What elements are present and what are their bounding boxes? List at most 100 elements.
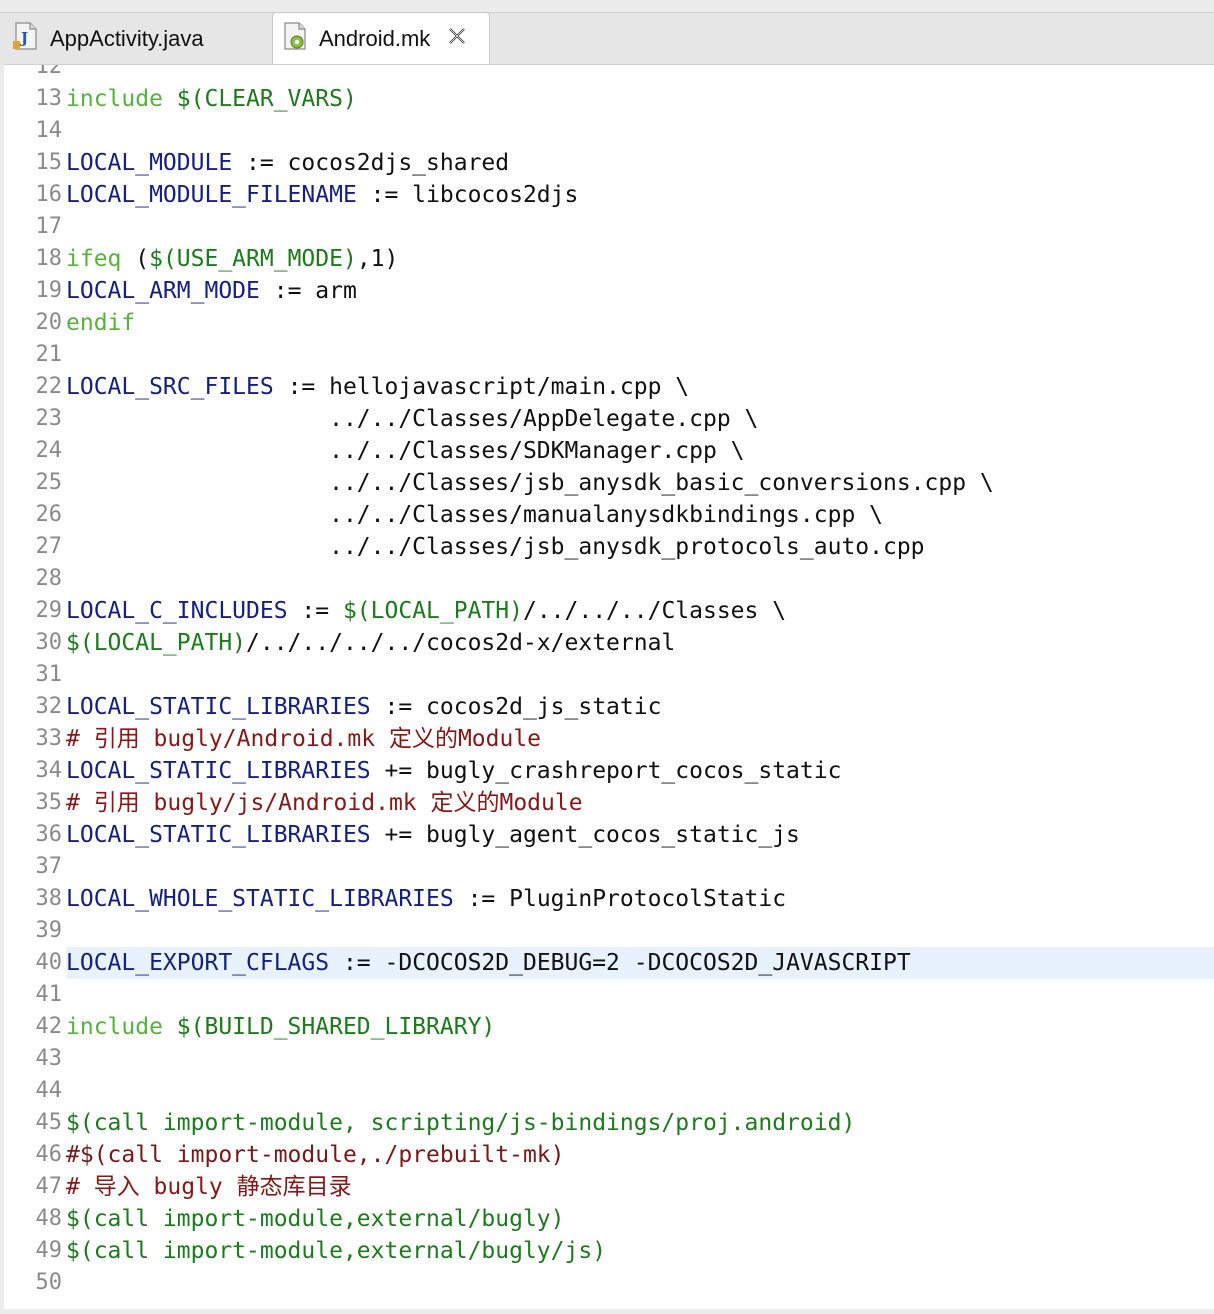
line-number: 21 <box>35 342 63 367</box>
code-line[interactable]: 50 <box>4 1267 1214 1299</box>
code-text: $(call import-module,external/bugly) <box>66 1203 1214 1235</box>
code-line[interactable]: 15 LOCAL_MODULE := cocos2djs_shared <box>4 147 1214 179</box>
code-editor[interactable]: 12 13 include $(CLEAR_VARS) 14 15 LOCAL_MODUL… <box>4 64 1214 1309</box>
ide-window: J AppActivity.java Android.mk 12 13 incl… <box>0 0 1214 1314</box>
code-line[interactable]: 44 <box>4 1075 1214 1107</box>
line-number: 39 <box>35 918 63 943</box>
line-number: 28 <box>35 566 63 591</box>
code-token: $(CLEAR_VARS) <box>176 86 357 112</box>
code-line[interactable]: 49 $(call import-module,external/bugly/js… <box>4 1235 1214 1267</box>
line-number: 50 <box>35 1270 63 1295</box>
code-line[interactable]: 37 <box>4 851 1214 883</box>
code-text: $(call import-module,external/bugly/js) <box>66 1235 1214 1267</box>
close-icon[interactable] <box>430 25 468 53</box>
code-line[interactable]: 36 LOCAL_STATIC_LIBRARIES += bugly_agent_… <box>4 819 1214 851</box>
code-token: LOCAL_STATIC_LIBRARIES <box>66 758 371 784</box>
code-line[interactable]: 12 <box>4 65 1214 83</box>
line-number: 30 <box>35 630 63 655</box>
line-number: 44 <box>35 1078 63 1103</box>
code-line[interactable]: 28 <box>4 563 1214 595</box>
code-line[interactable]: 48 $(call import-module,external/bugly) <box>4 1203 1214 1235</box>
code-line[interactable]: 40 LOCAL_EXPORT_CFLAGS := -DCOCOS2D_DEBUG… <box>4 947 1214 979</box>
code-line[interactable]: 18 ifeq ($(USE_ARM_MODE),1) <box>4 243 1214 275</box>
code-text: LOCAL_STATIC_LIBRARIES := cocos2d_js_sta… <box>66 691 1214 723</box>
line-number: 32 <box>35 694 63 719</box>
code-line[interactable]: 39 <box>4 915 1214 947</box>
line-number: 42 <box>35 1014 63 1039</box>
code-line[interactable]: 29 LOCAL_C_INCLUDES := $(LOCAL_PATH)/../.… <box>4 595 1214 627</box>
line-number: 33 <box>35 726 63 751</box>
line-number: 43 <box>35 1046 63 1071</box>
code-line[interactable]: 27 ../../Classes/jsb_anysdk_protocols_au… <box>4 531 1214 563</box>
code-line[interactable]: 16 LOCAL_MODULE_FILENAME := libcocos2djs <box>4 179 1214 211</box>
code-line[interactable]: 31 <box>4 659 1214 691</box>
code-line[interactable]: 42 include $(BUILD_SHARED_LIBRARY) <box>4 1011 1214 1043</box>
code-line[interactable]: 17 <box>4 211 1214 243</box>
code-line[interactable]: 19 LOCAL_ARM_MODE := arm <box>4 275 1214 307</box>
code-token: := -DCOCOS2D_DEBUG=2 -DCOCOS2D_JAVASCRIP… <box>329 950 911 976</box>
tab-appactivity-java[interactable]: J AppActivity.java <box>0 13 272 64</box>
code-line[interactable]: 43 <box>4 1043 1214 1075</box>
code-line[interactable]: 47 # 导入 bugly 静态库目录 <box>4 1171 1214 1203</box>
line-number: 15 <box>35 150 63 175</box>
code-line[interactable]: 24 ../../Classes/SDKManager.cpp \ <box>4 435 1214 467</box>
line-number: 24 <box>35 438 63 463</box>
code-text: LOCAL_STATIC_LIBRARIES += bugly_agent_co… <box>66 819 1214 851</box>
code-token: := arm <box>259 278 357 304</box>
code-token: := <box>287 598 343 624</box>
line-number: 27 <box>35 534 63 559</box>
code-text: ../../Classes/jsb_anysdk_basic_conversio… <box>66 467 1214 499</box>
code-token: endif <box>66 310 136 336</box>
code-text: ../../Classes/SDKManager.cpp \ <box>66 435 1214 467</box>
code-token: ifeq <box>66 246 122 272</box>
code-text: include $(CLEAR_VARS) <box>66 83 1214 115</box>
code-line[interactable]: 14 <box>4 115 1214 147</box>
line-number: 18 <box>35 246 63 271</box>
code-text: LOCAL_MODULE_FILENAME := libcocos2djs <box>66 179 1214 211</box>
code-line[interactable]: 13 include $(CLEAR_VARS) <box>4 83 1214 115</box>
code-line[interactable]: 46 #$(call import-module,./prebuilt-mk) <box>4 1139 1214 1171</box>
code-token: $(BUILD_SHARED_LIBRARY) <box>176 1014 496 1040</box>
code-text: LOCAL_EXPORT_CFLAGS := -DCOCOS2D_DEBUG=2… <box>66 947 1214 979</box>
code-token: # 引用 bugly/js/Android.mk 定义的Module <box>66 790 583 816</box>
line-number: 37 <box>35 854 63 879</box>
code-line[interactable]: 23 ../../Classes/AppDelegate.cpp \ <box>4 403 1214 435</box>
line-number: 20 <box>35 310 63 335</box>
code-line[interactable]: 32 LOCAL_STATIC_LIBRARIES := cocos2d_js_s… <box>4 691 1214 723</box>
code-line[interactable]: 20 endif <box>4 307 1214 339</box>
code-text: ../../Classes/jsb_anysdk_protocols_auto.… <box>66 531 1214 563</box>
code-token: ../../Classes/jsb_anysdk_protocols_auto.… <box>66 534 925 560</box>
code-token: $(LOCAL_PATH) <box>342 598 523 624</box>
code-line[interactable]: 38 LOCAL_WHOLE_STATIC_LIBRARIES := Plugin… <box>4 883 1214 915</box>
code-line[interactable]: 34 LOCAL_STATIC_LIBRARIES += bugly_crashr… <box>4 755 1214 787</box>
code-token: LOCAL_EXPORT_CFLAGS <box>66 950 330 976</box>
code-token: LOCAL_WHOLE_STATIC_LIBRARIES <box>66 886 454 912</box>
code-line[interactable]: 22 LOCAL_SRC_FILES := hellojavascript/mai… <box>4 371 1214 403</box>
code-text: LOCAL_ARM_MODE := arm <box>66 275 1214 307</box>
code-token: ,1) <box>356 246 399 272</box>
code-text: LOCAL_WHOLE_STATIC_LIBRARIES := PluginPr… <box>66 883 1214 915</box>
code-token: LOCAL_SRC_FILES <box>66 374 274 400</box>
tab-android-mk[interactable]: Android.mk <box>272 12 490 65</box>
code-text: endif <box>66 307 1214 339</box>
code-token: # 导入 bugly 静态库目录 <box>66 1174 352 1200</box>
code-token: ../../Classes/AppDelegate.cpp \ <box>66 406 759 432</box>
code-line[interactable]: 25 ../../Classes/jsb_anysdk_basic_conver… <box>4 467 1214 499</box>
code-line[interactable]: 41 <box>4 979 1214 1011</box>
line-number: 34 <box>35 758 63 783</box>
code-line[interactable]: 33 # 引用 bugly/Android.mk 定义的Module <box>4 723 1214 755</box>
code-line[interactable]: 45 $(call import-module, scripting/js-bin… <box>4 1107 1214 1139</box>
code-token: := PluginProtocolStatic <box>453 886 787 912</box>
code-token: := libcocos2djs <box>356 182 579 208</box>
code-line[interactable]: 30 $(LOCAL_PATH)/../../../../cocos2d-x/ex… <box>4 627 1214 659</box>
code-token: := cocos2djs_shared <box>232 150 510 176</box>
line-number: 16 <box>35 182 63 207</box>
code-line[interactable]: 21 <box>4 339 1214 371</box>
code-line[interactable]: 35 # 引用 bugly/js/Android.mk 定义的Module <box>4 787 1214 819</box>
code-text: $(LOCAL_PATH)/../../../../cocos2d-x/exte… <box>66 627 1214 659</box>
code-token: # 引用 bugly/Android.mk 定义的Module <box>66 726 542 752</box>
code-line[interactable]: 26 ../../Classes/manualanysdkbindings.cp… <box>4 499 1214 531</box>
code-text: ifeq ($(USE_ARM_MODE),1) <box>66 243 1214 275</box>
